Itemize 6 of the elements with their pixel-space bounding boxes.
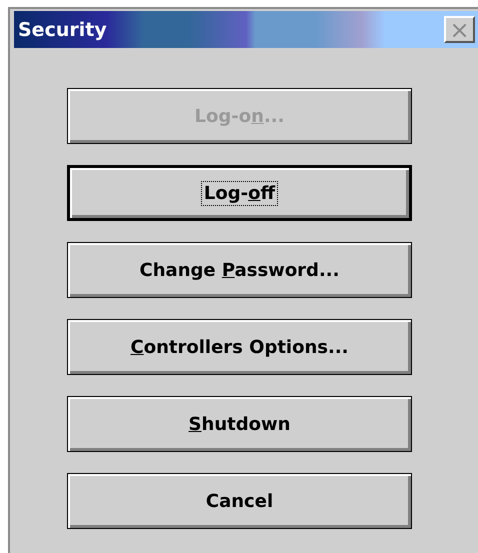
dialog-button[interactable]: Cancel (67, 473, 412, 529)
dialog-button[interactable]: Shutdown (67, 396, 412, 452)
dialog-button[interactable]: Change Password... (67, 242, 412, 298)
dialog-button[interactable]: Log-off (67, 165, 412, 221)
window-title: Security (18, 18, 107, 40)
dialog-button[interactable]: Controllers Options... (67, 319, 412, 375)
